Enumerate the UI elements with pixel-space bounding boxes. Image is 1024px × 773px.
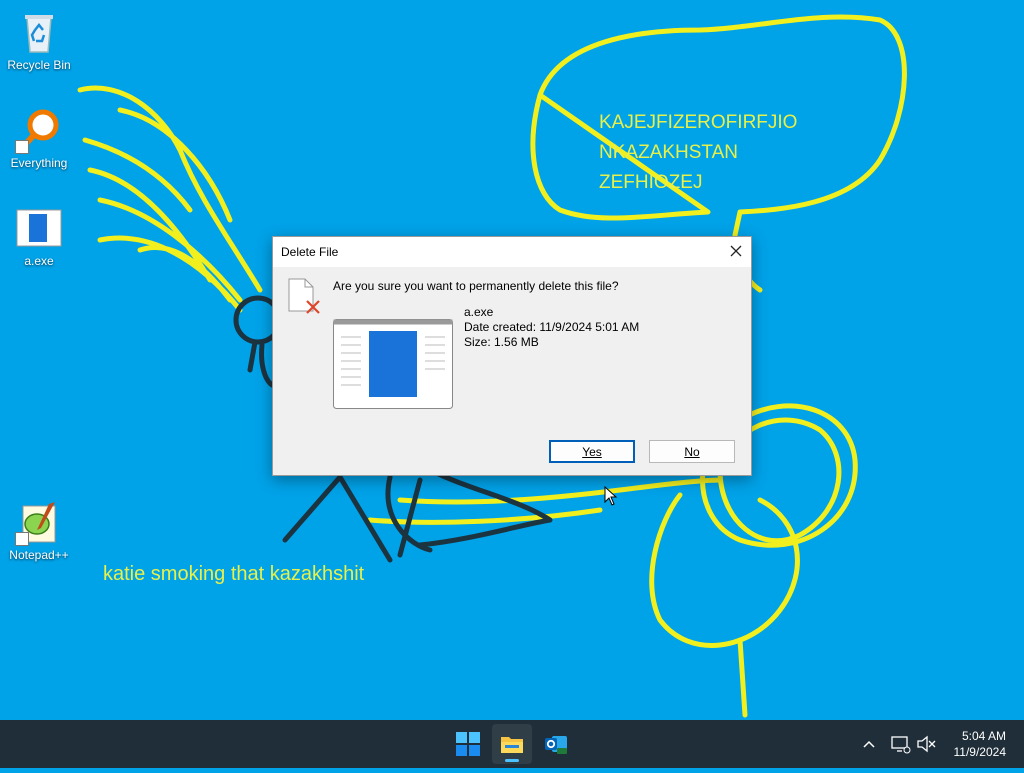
taskbar-outlook-button[interactable] (536, 724, 576, 764)
network-status-button[interactable] (888, 720, 912, 768)
dialog-question: Are you sure you want to permanently del… (333, 279, 619, 293)
delete-file-dialog: Delete File Are you sure you want to per… (272, 236, 752, 476)
file-preview-thumbnail (333, 319, 453, 409)
desktop-icon-label: Everything (10, 156, 68, 170)
taskbar-file-explorer-button[interactable] (492, 724, 532, 764)
taskbar-clock[interactable]: 5:04 AM 11/9/2024 (954, 728, 1007, 760)
shortcut-arrow-icon (15, 532, 29, 546)
file-explorer-icon (501, 737, 523, 753)
clock-date: 11/9/2024 (953, 745, 1007, 759)
chevron-up-icon (863, 740, 875, 748)
network-disconnected-icon (891, 736, 911, 754)
close-button[interactable] (721, 237, 751, 267)
wallpaper-bubble-line-2: NKAZAKHSTAN (599, 142, 739, 163)
desktop-icon-label: Recycle Bin (7, 58, 71, 72)
delete-file-warning-icon (288, 278, 320, 314)
wallpaper-bubble-line-3: ZEFHIOZEJ (599, 172, 703, 193)
search-magnifier-icon (15, 106, 63, 154)
exe-file-icon (15, 204, 63, 252)
wallpaper-bubble-line-1: KAJEJFIZEROFIRFJIO (599, 112, 798, 133)
active-app-indicator (505, 759, 519, 762)
desktop-icon-everything[interactable]: Everything (2, 106, 76, 170)
mouse-cursor-icon (604, 486, 618, 506)
file-size: Size: 1.56 MB (464, 335, 539, 349)
recycle-bin-icon (15, 8, 63, 56)
yes-button[interactable]: Yes (549, 440, 635, 463)
file-date-created: Date created: 11/9/2024 5:01 AM (464, 320, 640, 334)
taskbar: 5:04 AM 11/9/2024 (0, 720, 1024, 768)
dialog-title: Delete File (281, 245, 339, 259)
file-info: a.exe Date created: 11/9/2024 5:01 AM Si… (464, 305, 639, 350)
volume-button[interactable] (914, 720, 938, 768)
dialog-titlebar[interactable]: Delete File (273, 237, 751, 267)
file-name: a.exe (464, 305, 494, 319)
wallpaper-caption: katie smoking that kazakhshit (103, 563, 365, 585)
show-hidden-icons-button[interactable] (858, 720, 880, 768)
taskbar-start-button[interactable] (448, 724, 488, 764)
desktop-icon-recycle-bin[interactable]: Recycle Bin (2, 8, 76, 72)
desktop-icon-a-exe[interactable]: a.exe (2, 204, 76, 268)
outlook-icon (545, 736, 567, 754)
windows-start-icon (456, 732, 480, 756)
no-button[interactable]: No (649, 440, 735, 463)
volume-muted-icon (917, 735, 936, 753)
clock-time: 5:04 AM (961, 729, 1006, 743)
desktop-icon-notepad-plus-plus[interactable]: Notepad++ (2, 498, 76, 562)
desktop-icon-label: Notepad++ (9, 548, 69, 562)
close-icon (730, 245, 742, 257)
shortcut-arrow-icon (15, 140, 29, 154)
notepad-plus-plus-icon (15, 498, 63, 546)
desktop-icon-label: a.exe (24, 254, 54, 268)
